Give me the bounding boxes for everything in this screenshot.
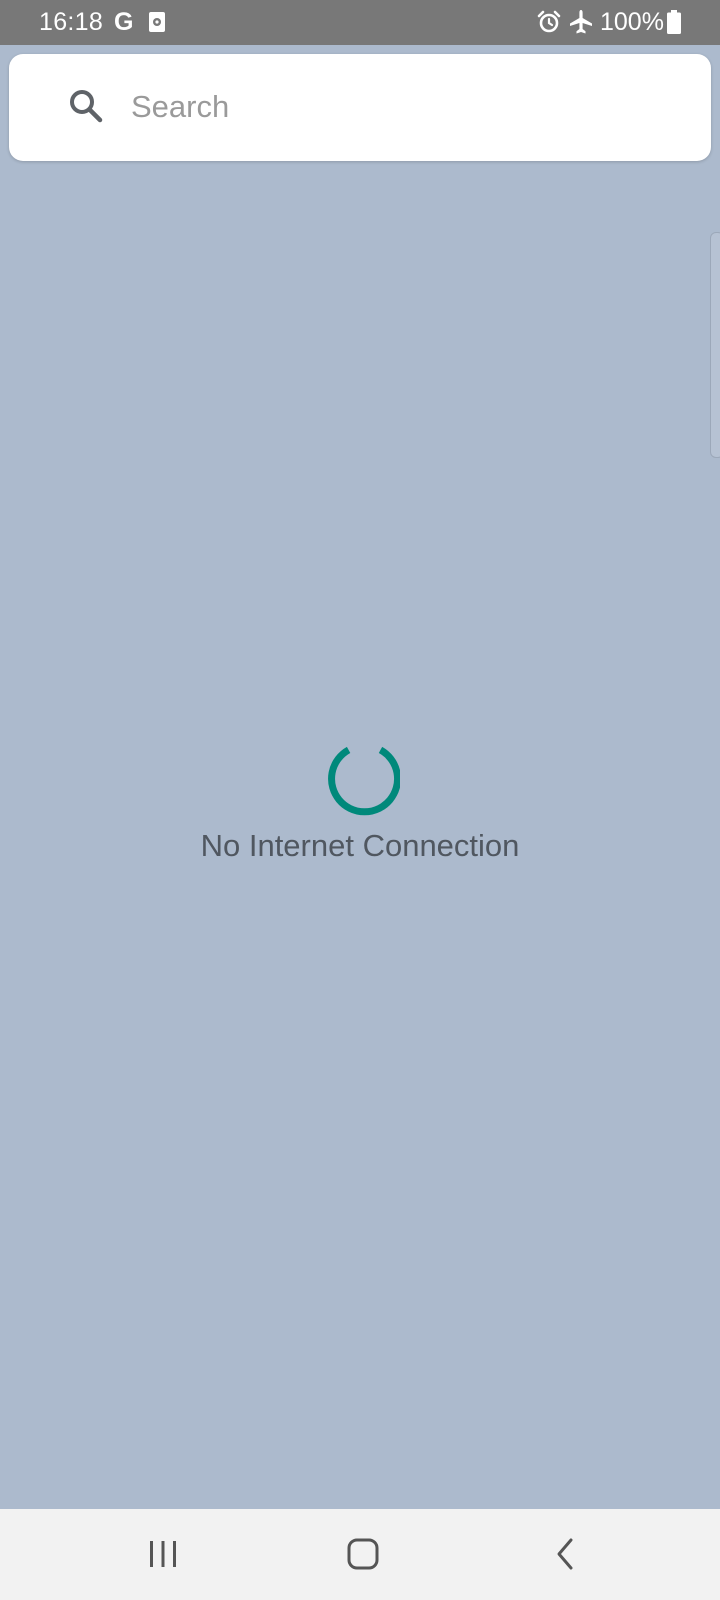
alarm-icon <box>537 10 561 33</box>
side-drawer-handle[interactable] <box>710 232 720 458</box>
battery-percentage: 100% <box>600 8 664 36</box>
status-time: 16:18 <box>39 8 104 36</box>
google-icon: G <box>114 8 134 36</box>
navigation-bar <box>0 1509 720 1600</box>
app-notification-icon <box>149 12 165 32</box>
airplane-mode-icon <box>570 10 592 34</box>
search-input[interactable] <box>131 79 671 135</box>
battery-icon <box>667 10 681 34</box>
no-connection-message: No Internet Connection <box>200 828 520 863</box>
search-icon[interactable] <box>67 87 105 125</box>
back-icon[interactable] <box>555 1537 575 1571</box>
status-bar: 16:18 G 100% <box>0 0 720 45</box>
recent-apps-icon[interactable] <box>148 1539 178 1569</box>
home-icon[interactable] <box>347 1538 379 1570</box>
loading-spinner <box>328 746 400 816</box>
search-bar[interactable] <box>9 54 711 161</box>
